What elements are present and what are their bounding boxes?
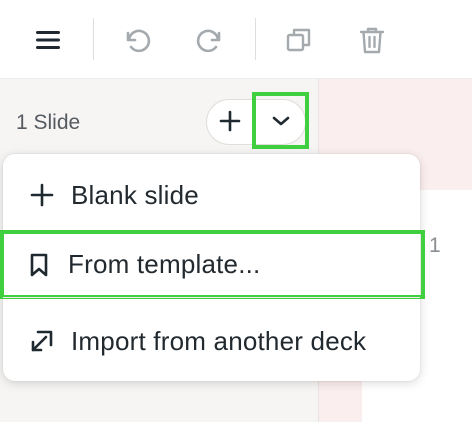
duplicate-button[interactable] (279, 20, 319, 60)
bookmark-icon (24, 250, 54, 280)
menu-button[interactable] (28, 20, 68, 60)
menu-item-label: Import from another deck (71, 325, 367, 356)
redo-button[interactable] (190, 20, 230, 60)
menu-item-blank-slide[interactable]: Blank slide (3, 164, 420, 226)
redo-icon (196, 29, 221, 53)
chevron-down-icon (272, 116, 289, 125)
toolbar-divider (93, 18, 94, 60)
menu-icon (36, 31, 60, 49)
menu-item-label: Blank slide (71, 179, 199, 210)
import-arrow-icon (27, 326, 57, 356)
trash-icon (359, 27, 385, 54)
plus-icon (27, 180, 57, 210)
toolbar-divider (255, 18, 256, 60)
toolbar (0, 0, 472, 79)
add-slide-menu: Blank slide From template... Import from… (0, 154, 425, 381)
add-slide-button[interactable] (210, 101, 250, 141)
delete-button[interactable] (352, 20, 392, 60)
slide-number: 1 (429, 234, 441, 257)
slide-count: 1 Slide (16, 111, 81, 134)
undo-button[interactable] (117, 20, 157, 60)
menu-item-import-deck[interactable]: Import from another deck (3, 310, 420, 372)
app-root: 1 Slide 1 Blank slide From template... I… (0, 0, 472, 422)
undo-icon (126, 29, 151, 53)
add-slide-dropdown-button[interactable] (252, 92, 309, 149)
duplicate-icon (286, 28, 311, 52)
menu-item-label: From template... (68, 249, 261, 279)
menu-item-from-template[interactable]: From template... (0, 230, 425, 299)
plus-icon (219, 110, 241, 132)
menu-divider (3, 297, 420, 298)
